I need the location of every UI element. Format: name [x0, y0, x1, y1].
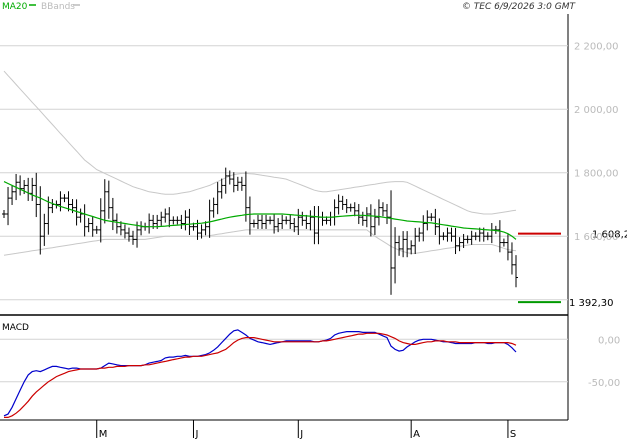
price-y-tick-label: 1 800,00 — [574, 169, 619, 180]
x-tick-label: M — [99, 429, 108, 440]
macd-y-tick-label: 0,00 — [598, 335, 620, 346]
x-tick-label: J — [194, 429, 198, 440]
legend: MA20 BBands — [2, 2, 80, 12]
macd-signal-line — [4, 332, 517, 418]
legend-bbands-label: BBands — [41, 2, 75, 12]
macd-gridlines — [0, 338, 568, 383]
macd-y-ticks: 0,00 -50,00 — [588, 335, 620, 389]
price-plot-area — [0, 14, 568, 314]
chart-canvas: MA20 BBands © TEC 6/9/2026 3:0 GMT 1 608… — [0, 2, 627, 440]
price-y-tick-label: 1 600,00 — [574, 232, 619, 243]
macd-title: MACD — [2, 323, 29, 333]
price-y-tick-label: 2 000,00 — [574, 105, 619, 116]
x-tick-label: S — [510, 429, 516, 440]
macd-lines — [3, 329, 517, 418]
macd-y-tick-label: -50,00 — [588, 378, 620, 389]
legend-ma20-label: MA20 — [2, 2, 28, 12]
macd-line — [3, 329, 517, 417]
x-axis-ticks: MJJAS — [96, 420, 516, 440]
stock-chart-widget: MA20 BBands © TEC 6/9/2026 3:0 GMT 1 608… — [0, 0, 627, 440]
x-tick-label: J — [299, 429, 303, 440]
support-level-label: 1 392,30 — [569, 298, 614, 309]
price-y-tick-label: 2 200,00 — [574, 42, 619, 53]
price-y-ticks: 1 600,00 1 800,00 2 000,00 2 200,00 — [574, 42, 619, 243]
x-tick-label: A — [413, 429, 420, 440]
copyright-text: © TEC 6/9/2026 3:0 GMT — [462, 2, 577, 12]
